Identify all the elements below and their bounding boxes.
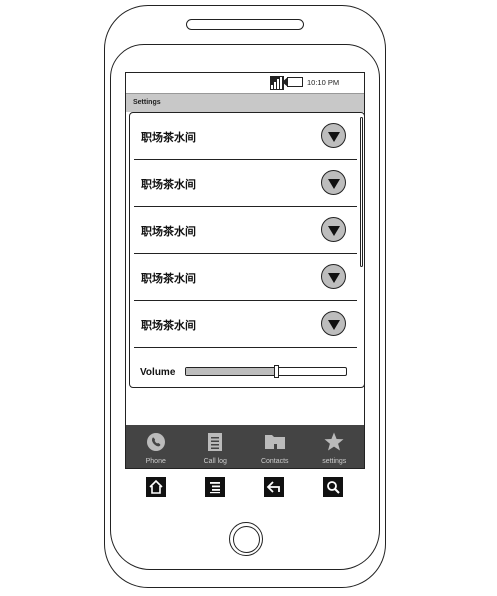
list-item-label: 职场茶水间 <box>141 320 196 332</box>
menu-key[interactable] <box>205 477 225 497</box>
nav-item-label: Call log <box>203 458 227 465</box>
bottom-nav: Phone Call log Contacts settings <box>126 425 365 468</box>
list-item[interactable]: 职场茶水间 <box>134 113 357 160</box>
folder-icon <box>264 435 285 449</box>
volume-slider-fill <box>186 368 276 375</box>
dropdown-button[interactable] <box>321 170 346 195</box>
volume-slider-track[interactable] <box>185 367 347 376</box>
nav-item-contacts[interactable]: Contacts <box>245 425 305 468</box>
page-title: Settings <box>133 99 161 106</box>
back-icon <box>266 481 280 493</box>
dropdown-button[interactable] <box>321 311 346 336</box>
search-icon <box>327 481 340 494</box>
nav-item-label: settings <box>322 458 347 465</box>
battery-icon <box>282 76 303 87</box>
earpiece-speaker <box>186 19 304 30</box>
nav-item-label: Phone <box>145 458 166 465</box>
nav-item-phone[interactable]: Phone <box>126 425 186 468</box>
volume-label: Volume <box>140 367 176 378</box>
back-key[interactable] <box>264 477 284 497</box>
document-icon <box>208 433 223 451</box>
star-icon <box>324 432 344 451</box>
list-item-label: 职场茶水间 <box>141 226 196 238</box>
list-item[interactable]: 职场茶水间 <box>134 301 357 348</box>
nav-item-call-log[interactable]: Call log <box>186 425 246 468</box>
search-key[interactable] <box>323 477 343 497</box>
home-key[interactable] <box>146 477 166 497</box>
list-item[interactable]: 职场茶水间 <box>134 207 357 254</box>
list-item-label: 职场茶水间 <box>141 132 196 144</box>
volume-slider-thumb[interactable] <box>273 365 279 378</box>
list-item[interactable]: 职场茶水间 <box>134 160 357 207</box>
status-time: 10:10 PM <box>307 78 340 87</box>
dropdown-button[interactable] <box>321 217 346 242</box>
status-bar: 10:10 PM <box>126 73 364 93</box>
list-item[interactable]: 职场茶水间 <box>134 254 357 301</box>
list-item-label: 职场茶水间 <box>141 273 196 285</box>
home-button[interactable] <box>229 522 263 556</box>
list-item-label: 职场茶水间 <box>141 179 196 191</box>
title-bar: Settings <box>126 93 364 112</box>
nav-item-label: Contacts <box>260 458 289 465</box>
menu-icon <box>210 482 220 494</box>
phone-icon <box>146 433 165 451</box>
dropdown-button[interactable] <box>321 123 346 148</box>
dropdown-button[interactable] <box>321 264 346 289</box>
scrollbar[interactable] <box>360 117 363 267</box>
home-icon <box>149 479 163 494</box>
screen: 10:10 PM Settings 职场茶水间 职场茶水间 职场茶水间 职场茶水… <box>125 72 365 469</box>
settings-panel: 职场茶水间 职场茶水间 职场茶水间 职场茶水间 职场茶水间 Volume <box>129 112 364 388</box>
nav-item-settings[interactable]: settings <box>305 425 365 468</box>
